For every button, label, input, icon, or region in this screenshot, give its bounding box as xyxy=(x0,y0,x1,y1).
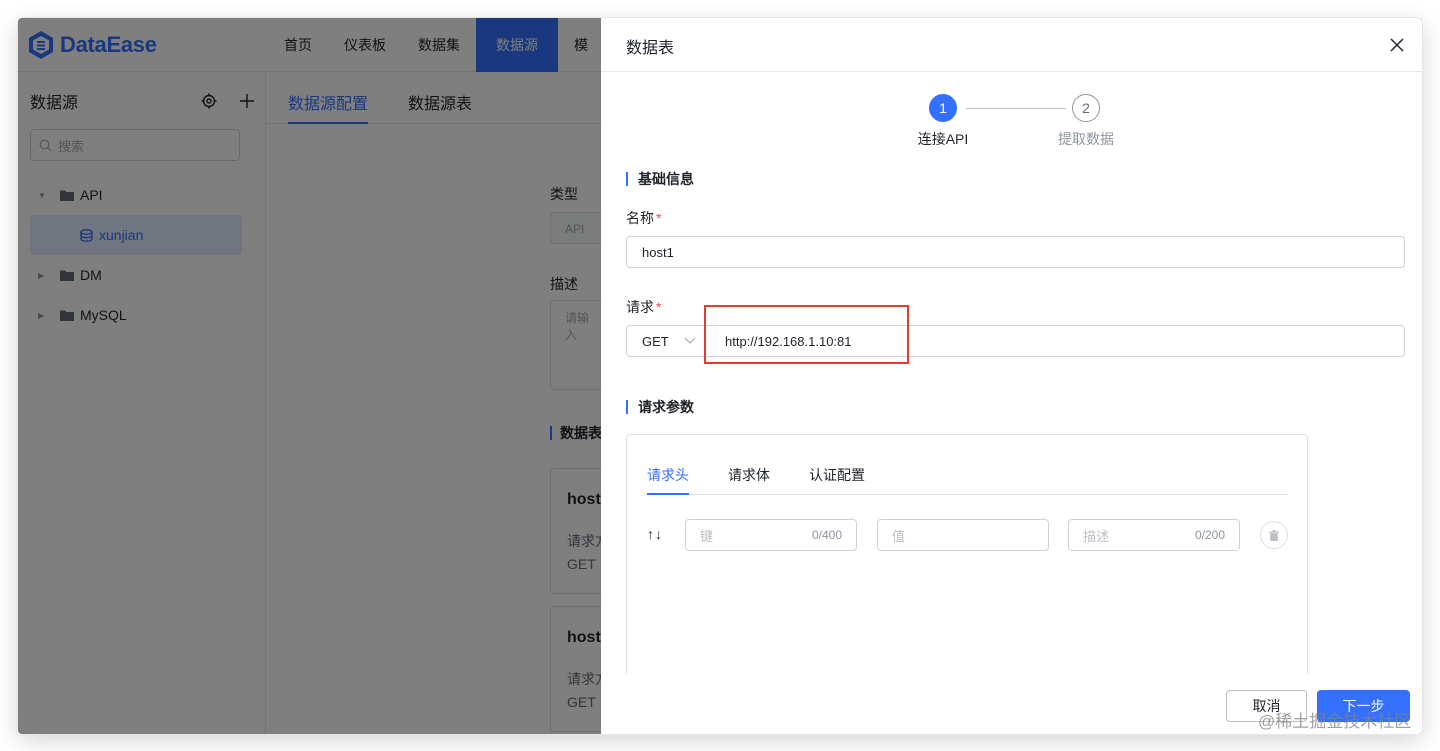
app-window: DataEase 首页 仪表板 数据集 数据源 模 数据源 xyxy=(18,18,1422,734)
description-placeholder: 描述 xyxy=(1083,528,1110,544)
step-label: 连接API xyxy=(917,131,969,147)
tab-request-headers[interactable]: 请求头 xyxy=(647,465,689,495)
request-params-section-title: 请求参数 xyxy=(626,400,694,414)
step-number: 1 xyxy=(929,94,957,122)
required-mark: * xyxy=(656,210,662,226)
watermark: @稀土掘金技术社区 xyxy=(1258,712,1412,731)
required-mark: * xyxy=(656,299,662,315)
description-char-count: 0/200 xyxy=(1194,528,1225,542)
datatable-drawer: 数据表 1 连接API 2 提取数据 基础信息 名称 * host1 请求 * GE… xyxy=(601,18,1422,734)
basic-info-section-title: 基础信息 xyxy=(626,172,694,186)
value-input[interactable]: 值 xyxy=(877,519,1049,551)
step-connect-api: 1 连接API xyxy=(898,94,988,149)
key-placeholder: 键 xyxy=(700,528,714,544)
step-number: 2 xyxy=(1072,94,1100,122)
key-input[interactable]: 键 0/400 xyxy=(685,519,857,551)
request-params-panel: 请求头 请求体 认证配置 ↑↓ 键 0/400 值 描述 0/200 xyxy=(626,434,1308,674)
header-param-row: ↑↓ 键 0/400 值 描述 0/200 xyxy=(647,519,1288,551)
trash-icon xyxy=(1269,529,1279,541)
request-label: 请求 * xyxy=(626,297,661,317)
tab-auth-config[interactable]: 认证配置 xyxy=(809,465,865,495)
value-placeholder: 值 xyxy=(892,528,906,544)
param-tabs: 请求头 请求体 认证配置 xyxy=(647,465,1288,495)
step-label: 提取数据 xyxy=(1058,131,1114,147)
method-value: GET xyxy=(642,333,669,349)
sort-icon[interactable]: ↑↓ xyxy=(647,526,663,542)
param-description-input[interactable]: 描述 0/200 xyxy=(1068,519,1240,551)
request-label-text: 请求 xyxy=(626,299,654,315)
tab-request-body[interactable]: 请求体 xyxy=(728,465,770,495)
delete-row-button[interactable] xyxy=(1260,521,1288,549)
stepper: 1 连接API 2 提取数据 xyxy=(601,94,1422,154)
name-input[interactable]: host1 xyxy=(626,236,1405,268)
key-char-count: 0/400 xyxy=(811,528,842,542)
name-label: 名称 * xyxy=(626,208,661,228)
chevron-down-icon xyxy=(684,337,696,344)
drawer-title: 数据表 xyxy=(626,40,675,57)
close-icon[interactable] xyxy=(1388,36,1406,54)
method-select[interactable]: GET xyxy=(626,325,704,357)
name-label-text: 名称 xyxy=(626,210,654,226)
drawer-header: 数据表 xyxy=(601,18,1422,72)
annotation-highlight-box xyxy=(704,305,909,364)
step-extract-data: 2 提取数据 xyxy=(1041,94,1131,149)
